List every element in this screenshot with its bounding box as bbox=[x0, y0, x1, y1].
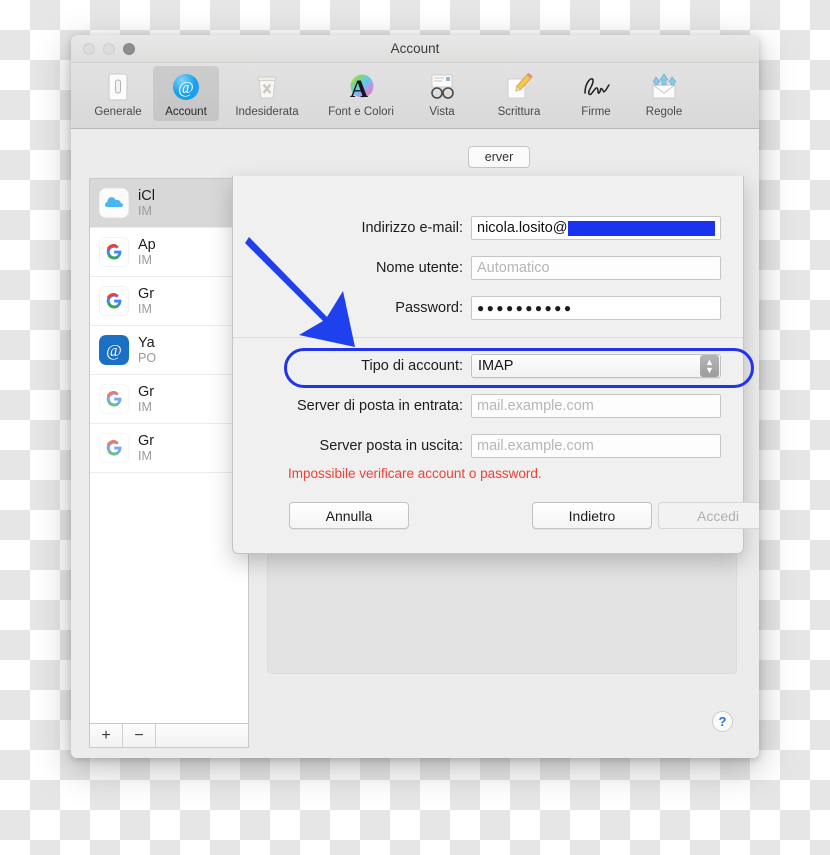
account-protocol: IM bbox=[138, 301, 152, 316]
list-item[interactable]: Gr IM bbox=[90, 375, 248, 424]
add-account-button[interactable]: + bbox=[90, 724, 123, 747]
account-name: iCl bbox=[138, 187, 155, 204]
outgoing-server-field[interactable]: mail.example.com bbox=[471, 434, 721, 458]
google-icon bbox=[99, 286, 129, 316]
signature-icon bbox=[579, 70, 613, 104]
pencil-icon bbox=[502, 70, 536, 104]
list-item-text: Gr IM bbox=[138, 286, 154, 317]
chevron-updown-icon: ▲ ▼ bbox=[700, 355, 719, 377]
minimize-light[interactable] bbox=[103, 43, 115, 55]
list-item-text: Ya PO bbox=[138, 335, 156, 366]
email-field[interactable]: nicola.losito@ bbox=[471, 216, 721, 240]
toolbar-item-regole[interactable]: Regole bbox=[631, 66, 697, 121]
list-item-text: iCl IM bbox=[138, 188, 155, 219]
toolbar-item-account[interactable]: @ Account bbox=[153, 66, 219, 121]
incoming-server-label: Server di posta in entrata: bbox=[296, 398, 463, 414]
window-titlebar[interactable]: Account bbox=[71, 35, 759, 63]
glasses-icon bbox=[425, 70, 459, 104]
back-button[interactable]: Indietro bbox=[532, 502, 652, 529]
toolbar-label-generale: Generale bbox=[94, 106, 142, 118]
traffic-lights bbox=[83, 43, 135, 55]
account-protocol: IM bbox=[138, 252, 152, 267]
zoom-light[interactable] bbox=[123, 43, 135, 55]
at-sign-icon: @ bbox=[169, 70, 203, 104]
account-protocol: IM bbox=[138, 448, 152, 463]
svg-text:@: @ bbox=[106, 341, 122, 360]
accounts-list-footer: + − bbox=[89, 723, 249, 748]
outgoing-server-placeholder: mail.example.com bbox=[477, 438, 594, 454]
incoming-server-placeholder: mail.example.com bbox=[477, 398, 594, 414]
google-icon bbox=[99, 237, 129, 267]
help-button[interactable]: ? bbox=[712, 711, 733, 732]
list-item[interactable]: @ Ya PO bbox=[90, 326, 248, 375]
account-name: Ap bbox=[138, 236, 156, 253]
redaction-bar bbox=[568, 220, 715, 236]
toolbar-item-font-e-colori[interactable]: A Font e Colori bbox=[315, 66, 407, 121]
username-field[interactable]: Automatico bbox=[471, 256, 721, 280]
account-name: Gr bbox=[138, 285, 155, 302]
account-protocol: PO bbox=[138, 350, 157, 365]
field-row-incoming-server: Server di posta in entrata: mail.example… bbox=[233, 394, 743, 418]
account-protocol: IM bbox=[138, 399, 152, 414]
accounts-list[interactable]: iCl IM Ap IM Gr IM @ Ya PO Gr IM Gr IM bbox=[89, 178, 249, 723]
tab-server[interactable]: erver bbox=[467, 146, 531, 168]
blue-arrow-annotation bbox=[245, 237, 355, 347]
username-placeholder: Automatico bbox=[477, 260, 550, 276]
google-icon bbox=[99, 384, 129, 414]
outgoing-server-label: Server posta in uscita: bbox=[319, 438, 463, 454]
svg-text:@: @ bbox=[178, 78, 194, 97]
icloud-icon bbox=[99, 188, 129, 218]
account-name: Gr bbox=[138, 432, 155, 449]
error-message: Impossibile verificare account o passwor… bbox=[288, 466, 542, 481]
toolbar-label-indesiderata: Indesiderata bbox=[235, 106, 299, 118]
list-item-text: Gr IM bbox=[138, 433, 154, 464]
detail-tabstrip: erver bbox=[261, 146, 737, 168]
list-item[interactable]: Gr IM bbox=[90, 424, 248, 473]
cancel-button[interactable]: Annulla bbox=[289, 502, 409, 529]
footer-filler bbox=[156, 724, 248, 747]
list-item[interactable]: Gr IM bbox=[90, 277, 248, 326]
account-type-value: IMAP bbox=[478, 358, 514, 374]
toolbar-label-firme: Firme bbox=[581, 106, 611, 118]
preferences-window: Account Generale @ Account Indesiderata … bbox=[71, 35, 759, 758]
junk-bin-icon bbox=[250, 70, 284, 104]
account-name: Ya bbox=[138, 334, 155, 351]
rules-icon bbox=[647, 70, 681, 104]
general-icon bbox=[101, 70, 135, 104]
list-item[interactable]: iCl IM bbox=[90, 179, 248, 228]
toolbar-label-account: Account bbox=[165, 106, 207, 118]
password-value: ●●●●●●●●●● bbox=[477, 301, 574, 315]
toolbar-item-scrittura[interactable]: Scrittura bbox=[477, 66, 561, 121]
at-box-icon: @ bbox=[99, 335, 129, 365]
toolbar-label-vista: Vista bbox=[429, 106, 455, 118]
google-icon bbox=[99, 433, 129, 463]
toolbar-item-firme[interactable]: Firme bbox=[563, 66, 629, 121]
preferences-toolbar: Generale @ Account Indesiderata A Font e… bbox=[71, 63, 759, 129]
field-row-outgoing-server: Server posta in uscita: mail.example.com bbox=[233, 434, 743, 458]
incoming-server-field[interactable]: mail.example.com bbox=[471, 394, 721, 418]
account-protocol: IM bbox=[138, 203, 152, 218]
account-name: Gr bbox=[138, 383, 155, 400]
remove-account-button[interactable]: − bbox=[123, 724, 156, 747]
email-value: nicola.losito@ bbox=[477, 220, 568, 236]
list-item-text: Ap IM bbox=[138, 237, 156, 268]
toolbar-item-generale[interactable]: Generale bbox=[85, 66, 151, 121]
svg-text:A: A bbox=[350, 76, 368, 103]
account-type-select[interactable]: IMAP ▲ ▼ bbox=[471, 354, 721, 378]
list-item-text: Gr IM bbox=[138, 384, 154, 415]
close-light[interactable] bbox=[83, 43, 95, 55]
toolbar-item-vista[interactable]: Vista bbox=[409, 66, 475, 121]
signin-button[interactable]: Accedi bbox=[658, 502, 759, 529]
toolbar-label-scrittura: Scrittura bbox=[497, 106, 541, 118]
list-item[interactable]: Ap IM bbox=[90, 228, 248, 277]
password-field[interactable]: ●●●●●●●●●● bbox=[471, 296, 721, 320]
toolbar-label-font-e-colori: Font e Colori bbox=[328, 106, 394, 118]
font-color-icon: A bbox=[344, 70, 378, 104]
toolbar-item-indesiderata[interactable]: Indesiderata bbox=[221, 66, 313, 121]
toolbar-label-regole: Regole bbox=[645, 106, 683, 118]
screenshot-stage: Account Generale @ Account Indesiderata … bbox=[0, 0, 830, 855]
window-title: Account bbox=[390, 41, 440, 56]
